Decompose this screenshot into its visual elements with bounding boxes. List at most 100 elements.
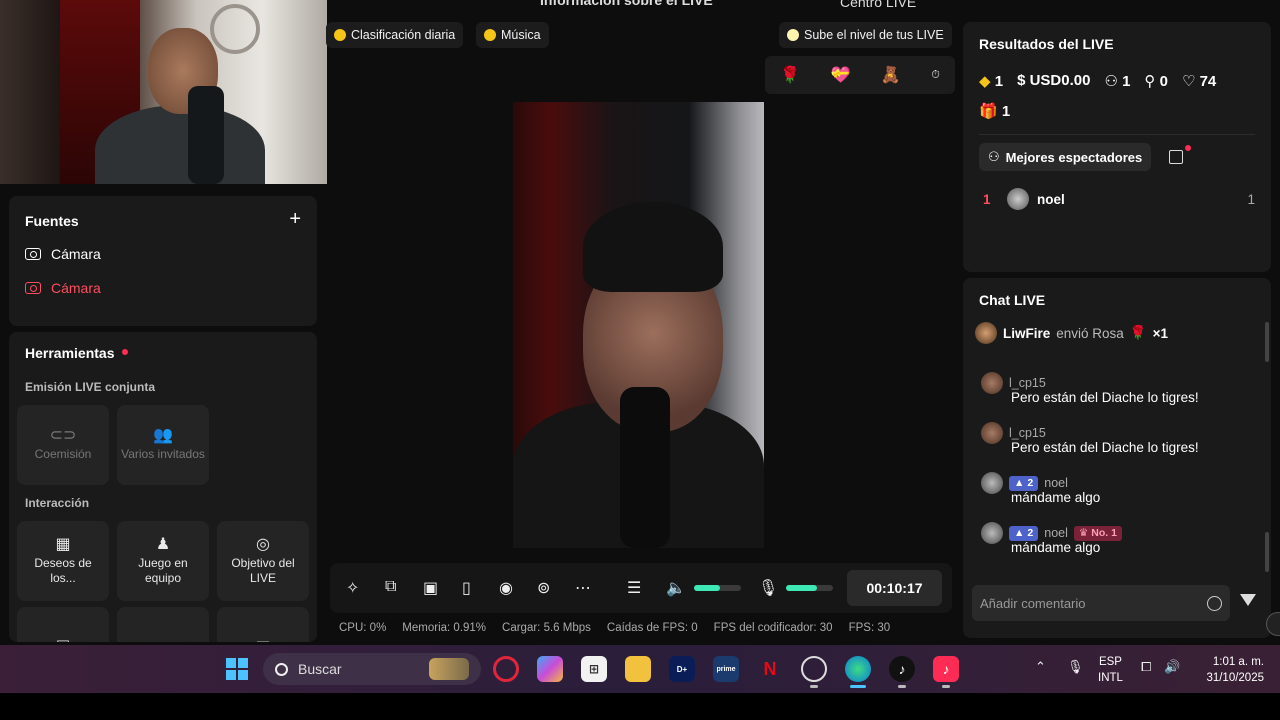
team-game-button[interactable]: ♟ Juego en equipo bbox=[117, 521, 209, 601]
gamepad-icon: ▤ bbox=[255, 639, 270, 642]
comment-placeholder: Añadir comentario bbox=[980, 595, 1086, 611]
music-chip[interactable]: Música bbox=[476, 22, 549, 48]
top-viewers-tab[interactable]: ⚇ Mejores espectadores bbox=[979, 143, 1152, 171]
tools-title: Herramientas bbox=[25, 345, 115, 361]
scrollbar[interactable] bbox=[1265, 532, 1269, 572]
heart-icon: ♡ bbox=[1181, 73, 1196, 90]
lang-code: ESP bbox=[1098, 656, 1122, 668]
tool-tile-box[interactable]: ▭ bbox=[117, 607, 209, 642]
network-icon[interactable]: ⧠ bbox=[1141, 659, 1151, 675]
microphone-icon[interactable]: 🎙 bbox=[758, 578, 778, 598]
users-icon: 👥 bbox=[153, 427, 173, 444]
top-viewer-row[interactable]: 1 noel 1 bbox=[983, 188, 1255, 210]
sources-title: Fuentes bbox=[25, 213, 79, 229]
speaker-volume-slider[interactable] bbox=[694, 585, 741, 591]
tile-label: Coemisión bbox=[34, 447, 92, 461]
media-icon[interactable]: ⧉ bbox=[385, 578, 396, 596]
chat-user: l_cp15 bbox=[1009, 426, 1046, 440]
tiktok-icon[interactable]: ♪ bbox=[889, 656, 915, 682]
chat-message[interactable]: ▲ 2 noel mándame algo bbox=[981, 472, 1261, 505]
chat-message[interactable]: ▲ 2 noel ♛ No. 1 mándame algo bbox=[981, 522, 1261, 555]
webcam-preview bbox=[0, 0, 327, 184]
search-highlight-image bbox=[429, 658, 469, 680]
tool-tile-gamepad[interactable]: ▤ bbox=[217, 607, 309, 642]
live-timer: 00:10:17 bbox=[847, 570, 942, 606]
live-video-preview bbox=[513, 102, 764, 548]
layout-icon[interactable]: ▣ bbox=[423, 578, 438, 598]
input-language[interactable]: ESP INTL bbox=[1098, 654, 1123, 686]
user-icon: ⚇ bbox=[988, 149, 1000, 164]
users-icon: ⚇ bbox=[1104, 73, 1118, 90]
multi-guest-button[interactable]: 👥 Varios invitados bbox=[117, 405, 209, 485]
chat-message[interactable]: l_cp15 Pero están del Diache lo tigres! bbox=[981, 422, 1261, 455]
plus-icon[interactable]: + bbox=[289, 208, 301, 231]
gift-action: envió Rosa bbox=[1056, 325, 1124, 341]
top-toolbar: Centro LIVE bbox=[840, 0, 916, 10]
source-label: Cámara bbox=[51, 246, 101, 262]
live-goal-button[interactable]: ◎ Objetivo del LIVE bbox=[217, 521, 309, 601]
microphone-icon[interactable]: 🎙 bbox=[1067, 659, 1084, 675]
gift-icon: 🎁 bbox=[979, 103, 998, 120]
coemision-button[interactable]: ⊂⊃ Coemisión bbox=[17, 405, 109, 485]
chat-message[interactable]: l_cp15 Pero están del Diache lo tigres! bbox=[981, 372, 1261, 405]
chat-user: noel bbox=[1044, 526, 1068, 540]
file-explorer-icon[interactable] bbox=[625, 656, 651, 682]
filter-icon[interactable] bbox=[1240, 594, 1256, 606]
memory-stat: Memoria: 0.91% bbox=[402, 622, 487, 634]
gift-sender[interactable]: LiwFire bbox=[1003, 326, 1050, 341]
active-indicator bbox=[850, 685, 866, 688]
tiktok-live-studio-icon[interactable]: ♪ bbox=[933, 656, 959, 682]
sticker-gift-icon: 🧸 bbox=[880, 67, 901, 84]
source-item-camera[interactable]: Cámara bbox=[25, 246, 101, 262]
level-value: 2 bbox=[1027, 527, 1034, 539]
dollar-icon: $ bbox=[1017, 72, 1026, 89]
system-clock[interactable]: 1:01 a. m. 31/10/2025 bbox=[1196, 654, 1264, 686]
chevron-up-icon[interactable]: ⌃ bbox=[1035, 659, 1046, 675]
edge-icon[interactable] bbox=[845, 656, 871, 682]
fps-stat: FPS: 30 bbox=[848, 622, 891, 634]
likes-metric: ♡ 74 bbox=[1182, 72, 1216, 90]
prime-video-icon[interactable]: prime bbox=[713, 656, 739, 682]
phone-icon[interactable]: ▯ bbox=[462, 578, 471, 598]
divider bbox=[979, 134, 1255, 135]
emoji-icon[interactable] bbox=[1207, 595, 1222, 611]
crown-icon: ♛ bbox=[1078, 527, 1092, 539]
disney-plus-icon[interactable]: D+ bbox=[669, 656, 695, 682]
settings-sliders-icon[interactable]: ☰ bbox=[627, 578, 641, 598]
chat-text: Pero están del Diache lo tigres! bbox=[1011, 390, 1199, 405]
netflix-icon[interactable]: N bbox=[757, 656, 783, 682]
wishes-button[interactable]: ▦ Deseos de los... bbox=[17, 521, 109, 601]
results-title: Resultados del LIVE bbox=[979, 36, 1114, 52]
avatar bbox=[981, 472, 1003, 494]
camera-switch-icon[interactable]: ⊚ bbox=[537, 578, 550, 598]
viewers-value: 1 bbox=[1122, 73, 1131, 90]
comment-input[interactable]: Añadir comentario bbox=[972, 585, 1230, 621]
music-icon bbox=[484, 29, 496, 41]
mic-volume-slider[interactable] bbox=[786, 585, 833, 591]
opera-icon[interactable] bbox=[493, 656, 519, 682]
scrollbar[interactable] bbox=[1265, 322, 1269, 362]
source-label: Cámara bbox=[51, 280, 101, 296]
record-icon[interactable]: ◉ bbox=[499, 578, 513, 598]
speaker-icon[interactable]: 🔈 bbox=[666, 578, 686, 598]
tool-tile-checklist[interactable]: ☑ bbox=[17, 607, 109, 642]
effects-icon[interactable]: ✧ bbox=[346, 578, 359, 598]
centro-live-button[interactable]: Centro LIVE bbox=[840, 0, 916, 10]
windows-start-icon[interactable] bbox=[226, 658, 248, 680]
more-icon[interactable]: ⋯ bbox=[575, 578, 591, 598]
avatar bbox=[1007, 188, 1029, 210]
gift-goal-row[interactable]: 🌹 💝 🧸 ⏱ bbox=[765, 56, 955, 94]
section-interaction: Interacción bbox=[25, 496, 90, 510]
leaderboard-icon[interactable] bbox=[1169, 150, 1183, 164]
stopwatch-icon: ⏱ bbox=[931, 68, 940, 81]
store-icon[interactable]: ⊞ bbox=[581, 656, 607, 682]
daily-ranking-chip[interactable]: Clasificación diaria bbox=[326, 22, 464, 48]
volume-icon[interactable]: 🔊 bbox=[1164, 659, 1180, 675]
obs-icon[interactable] bbox=[801, 656, 827, 682]
level-up-chip[interactable]: Sube el nivel de tus LIVE bbox=[779, 22, 952, 48]
likes-value: 74 bbox=[1199, 73, 1217, 90]
copilot-icon[interactable] bbox=[537, 656, 563, 682]
live-results-panel: Resultados del LIVE ◆ 1 $ USD0.00 ⚇ 1 ⚲ … bbox=[963, 22, 1271, 272]
taskbar-search[interactable]: Buscar bbox=[263, 653, 481, 685]
source-item-camera-error[interactable]: Cámara bbox=[25, 280, 101, 296]
